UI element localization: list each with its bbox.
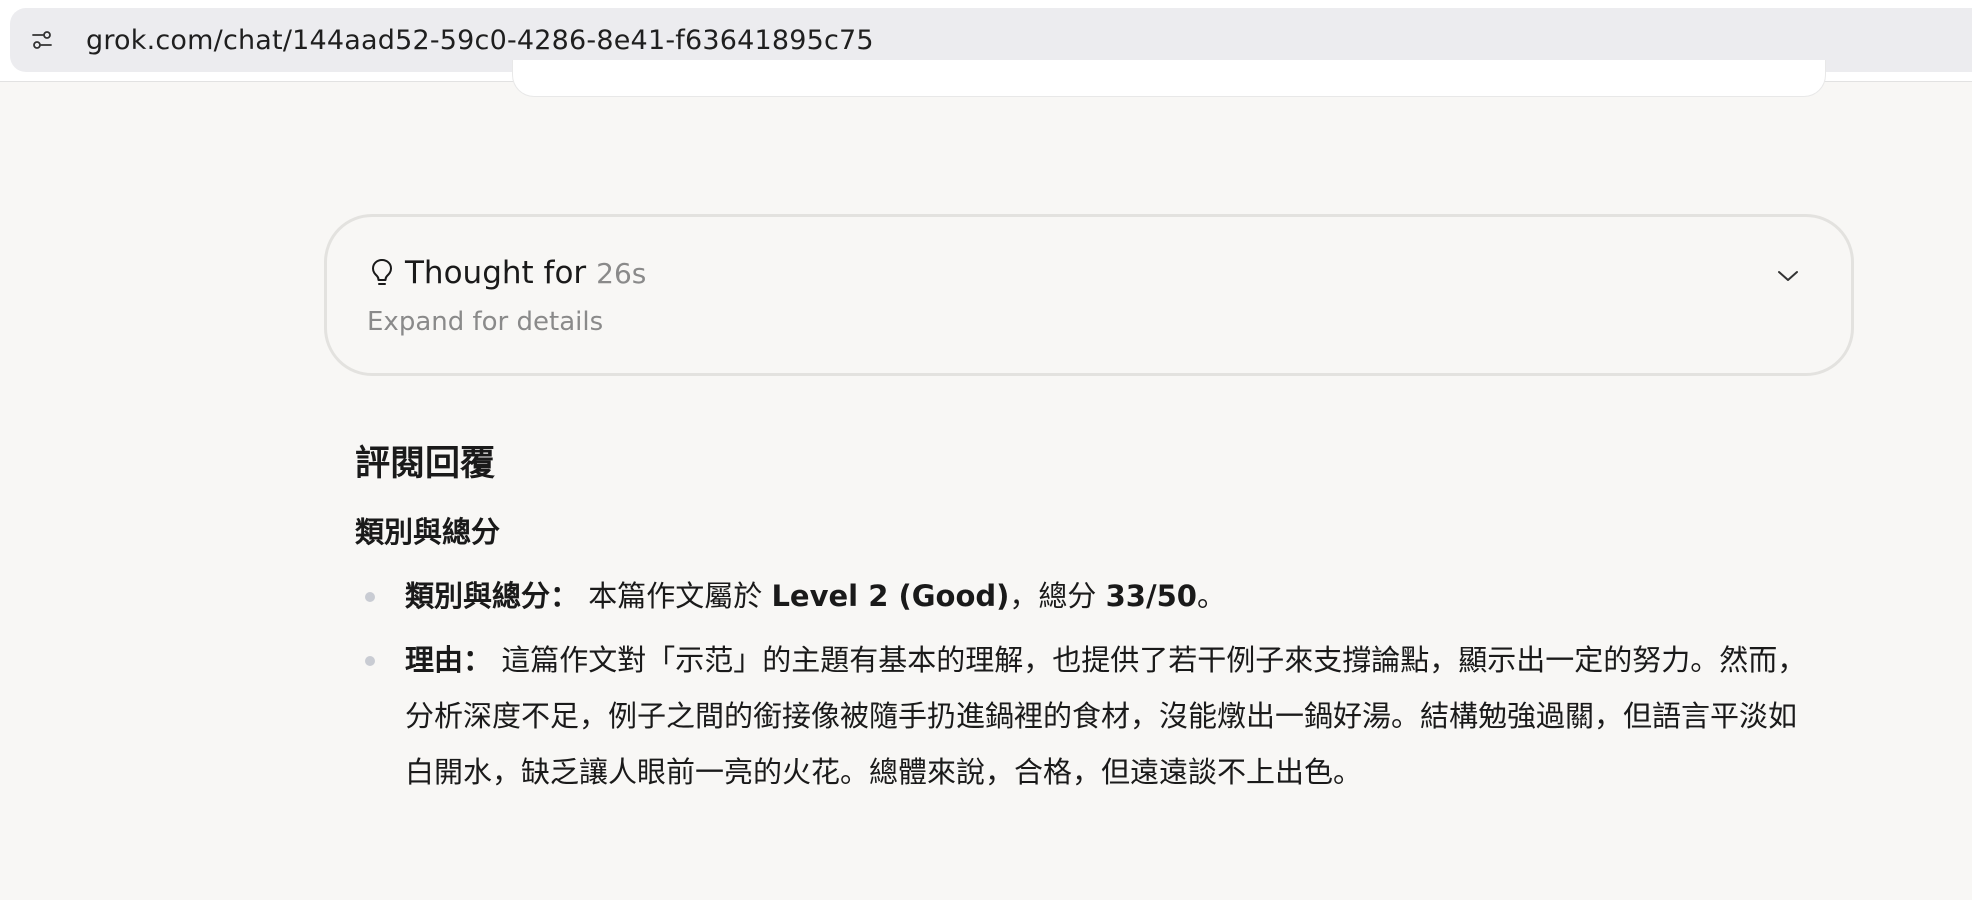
url-text[interactable]: grok.com/chat/144aad52-59c0-4286-8e41-f6… xyxy=(86,25,874,56)
item-text: 。 xyxy=(1196,579,1226,613)
item-text: 本篇作文屬於 xyxy=(588,579,772,613)
expand-hint: Expand for details xyxy=(367,307,604,337)
response-subtitle: 類別與總分 xyxy=(355,515,501,549)
lightbulb-icon xyxy=(367,256,397,290)
response-title: 評閱回覆 xyxy=(355,444,496,484)
thought-label: Thought for xyxy=(405,255,587,291)
response-list: 類別與總分： 本篇作文屬於 Level 2 (Good)，總分 33/50。 理… xyxy=(355,568,1825,800)
bullet-dot xyxy=(365,592,375,602)
item-label: 類別與總分： xyxy=(405,579,580,613)
item-text: ，總分 xyxy=(1009,579,1106,613)
previous-message-card xyxy=(512,60,1826,97)
level-text: Level 2 (Good) xyxy=(771,579,1010,613)
item-label: 理由： xyxy=(405,643,493,677)
list-item: 理由： 這篇作文對「示范」的主題有基本的理解，也提供了若干例子來支撐論點，顯示出… xyxy=(355,632,1825,800)
sliders-icon[interactable] xyxy=(30,28,54,52)
thought-panel[interactable]: Thought for 26s Expand for details xyxy=(324,214,1854,376)
item-text: 這篇作文對「示范」的主題有基本的理解，也提供了若干例子來支撐論點，顯示出一定的努… xyxy=(405,643,1807,789)
list-item: 類別與總分： 本篇作文屬於 Level 2 (Good)，總分 33/50。 xyxy=(355,568,1825,624)
thought-duration: 26s xyxy=(596,256,647,290)
bullet-dot xyxy=(365,656,375,666)
chevron-down-icon[interactable] xyxy=(1775,263,1801,289)
score-text: 33/50 xyxy=(1105,579,1197,613)
thought-header: Thought for 26s xyxy=(367,255,646,291)
response-content: 評閱回覆 類別與總分 類別與總分： 本篇作文屬於 Level 2 (Good)，… xyxy=(355,436,1825,808)
